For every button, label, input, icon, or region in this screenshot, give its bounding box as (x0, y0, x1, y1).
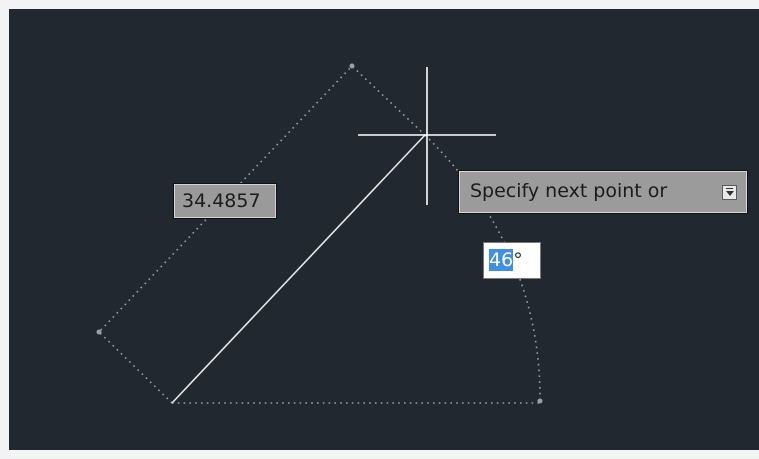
angle-input[interactable]: 46° (483, 242, 541, 279)
drawing-canvas[interactable]: 34.4857 Specify next point or 46° (9, 9, 759, 450)
command-prompt-tooltip: Specify next point or (458, 170, 748, 214)
dimension-guide-left (97, 64, 426, 404)
drawing-svg (96, 63, 543, 404)
rubber-band-line (171, 134, 426, 404)
grip-point-right[interactable] (537, 398, 543, 404)
dimension-length-input[interactable]: 34.4857 (173, 183, 277, 219)
dropdown-arrow-icon[interactable] (722, 185, 737, 200)
command-prompt-text: Specify next point or (470, 180, 668, 202)
grip-point-left[interactable] (96, 329, 102, 335)
angle-value: 46 (489, 249, 514, 271)
grip-point-top[interactable] (349, 63, 355, 69)
angle-unit: ° (513, 249, 523, 271)
dimension-length-value: 34.4857 (182, 190, 261, 212)
